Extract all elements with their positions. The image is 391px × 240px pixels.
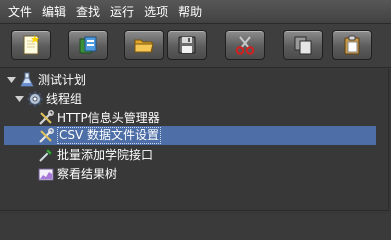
new-document-icon <box>20 34 42 56</box>
listener-chart-icon <box>38 166 54 182</box>
tree-node-http-header-manager[interactable]: HTTP信息头管理器 <box>38 108 160 127</box>
tree-node-test-plan[interactable]: 测试计划 <box>6 70 86 89</box>
tree-node-csv-data-set-config[interactable]: CSV 数据文件设置 <box>38 126 162 145</box>
menu-file[interactable]: 文件 <box>3 2 37 22</box>
thread-group-gear-icon <box>27 91 43 107</box>
tree-node-label: 察看结果树 <box>57 167 118 181</box>
templates-button[interactable] <box>68 30 108 60</box>
collapse-arrow-icon[interactable] <box>6 75 16 85</box>
tree-node-http-sampler[interactable]: 批量添加学院接口 <box>38 145 153 164</box>
cut-scissors-icon <box>234 34 256 56</box>
new-button[interactable] <box>11 30 51 60</box>
open-button[interactable] <box>124 30 164 60</box>
config-wrench-icon <box>38 127 54 144</box>
menu-edit[interactable]: 编辑 <box>37 2 71 22</box>
collapse-arrow-icon[interactable] <box>14 94 24 104</box>
save-disk-icon <box>176 34 198 56</box>
tree-node-label: 批量添加学院接口 <box>57 148 154 162</box>
copy-button[interactable] <box>283 30 323 60</box>
copy-icon <box>292 34 314 56</box>
menu-bar: 文件 编辑 查找 运行 选项 帮助 <box>0 0 391 24</box>
tree-node-label: 线程组 <box>46 92 83 106</box>
open-folder-icon <box>133 34 155 56</box>
tree-node-label: CSV 数据文件设置 <box>57 127 162 144</box>
templates-icon <box>77 34 99 56</box>
save-button[interactable] <box>167 30 207 60</box>
paste-button[interactable] <box>332 30 372 60</box>
menu-run[interactable]: 运行 <box>105 2 139 22</box>
cut-button[interactable] <box>225 30 265 60</box>
tree-node-label: HTTP信息头管理器 <box>57 111 160 125</box>
test-plan-flask-icon <box>19 72 35 88</box>
tree-node-label: 测试计划 <box>38 73 87 87</box>
tree-node-view-results-tree[interactable]: 察看结果树 <box>38 164 117 183</box>
menu-options[interactable]: 选项 <box>139 2 173 22</box>
toolbar <box>0 24 391 68</box>
paste-icon <box>341 34 363 56</box>
sampler-pipette-icon <box>38 147 54 163</box>
test-plan-tree: 测试计划 线程组 HTTP信息头管理器 CSV 数据文件设置 批量添加学院接口 … <box>0 69 391 214</box>
menu-search[interactable]: 查找 <box>71 2 105 22</box>
menu-help[interactable]: 帮助 <box>173 2 207 22</box>
tree-node-thread-group[interactable]: 线程组 <box>14 89 82 108</box>
config-wrench-icon <box>38 109 54 126</box>
